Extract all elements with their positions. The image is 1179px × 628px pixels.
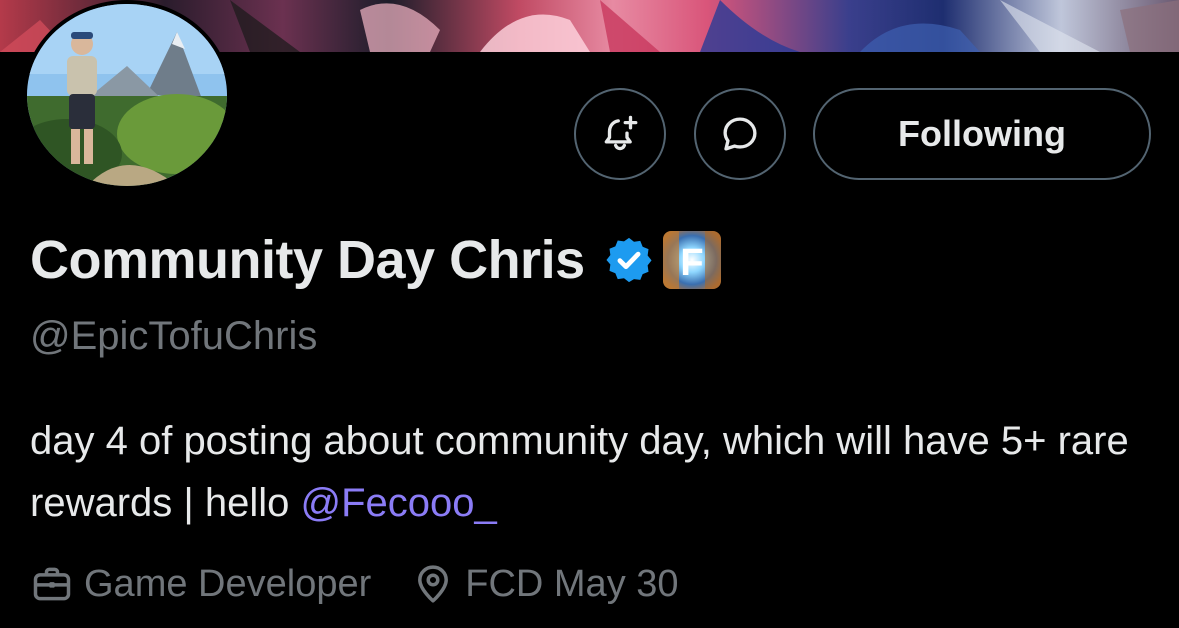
briefcase-icon: [30, 562, 74, 606]
following-button[interactable]: Following: [813, 88, 1151, 180]
location-pin-icon: [411, 562, 455, 606]
profile-name-row: Community Day Chris F: [30, 222, 721, 298]
profile-meta: Game Developer FCD May 30: [30, 556, 679, 612]
message-button[interactable]: [694, 88, 786, 180]
profile-handle: @EpicTofuChris: [30, 314, 318, 358]
bio-text: day 4 of posting about community day, wh…: [30, 419, 1129, 525]
affiliate-logo-icon: F: [662, 231, 721, 289]
notify-button[interactable]: [574, 88, 666, 180]
affiliate-letter: F: [680, 242, 703, 284]
avatar[interactable]: [23, 0, 231, 190]
profile-bio: day 4 of posting about community day, wh…: [30, 410, 1150, 534]
display-name: Community Day Chris: [30, 230, 585, 290]
verified-badge-icon[interactable]: [603, 234, 655, 286]
bell-plus-icon: [604, 115, 638, 151]
affiliate-badge[interactable]: F: [662, 231, 721, 289]
avatar-photo: [27, 4, 227, 186]
location-item: FCD May 30: [411, 562, 679, 606]
location-label: FCD May 30: [465, 562, 679, 605]
bio-mention-link[interactable]: @Fecooo_: [301, 481, 497, 525]
profession-label: Game Developer: [84, 562, 372, 605]
following-label: Following: [898, 113, 1066, 154]
message-bubble-icon: [723, 117, 757, 151]
profession-item: Game Developer: [30, 562, 371, 606]
